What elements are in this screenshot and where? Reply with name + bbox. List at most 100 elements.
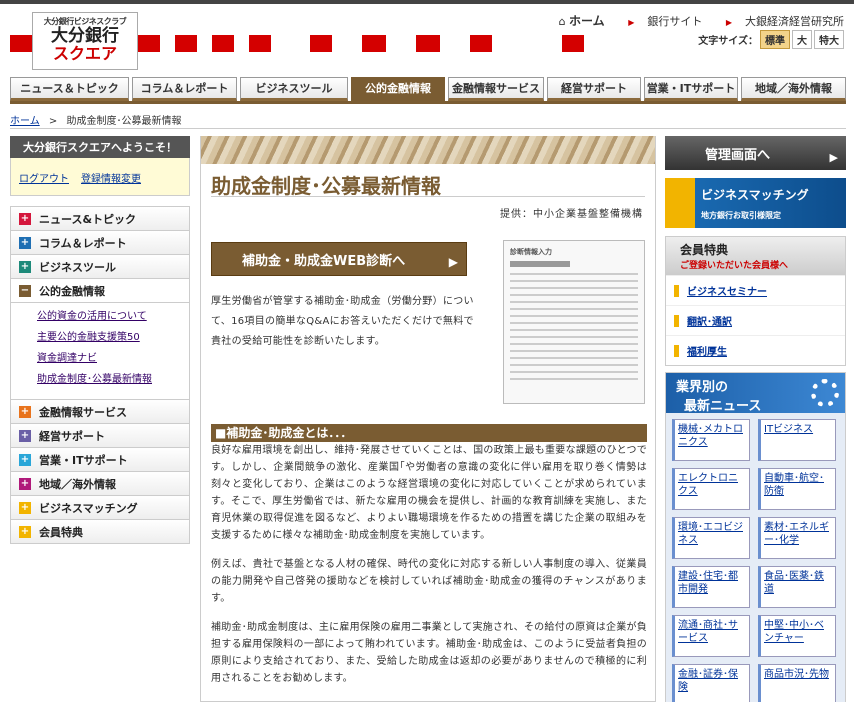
side-menu-column[interactable]: + コラム＆レポート (11, 231, 189, 255)
industry-electronics[interactable]: エレクトロニクス (672, 468, 750, 510)
thumbnail-header-bar (510, 261, 570, 267)
gnav-news[interactable]: ニュース＆トピック (10, 77, 129, 101)
side-submenu: 公的資金の活用について 主要公的金融支援策50 資金調達ナビ 助成金制度･公募最… (11, 303, 189, 400)
breadcrumb-divider (10, 128, 846, 129)
industry-food[interactable]: 食品･医薬･鉄道 (758, 566, 836, 608)
arrow-icon: ▶ (829, 151, 838, 164)
breadcrumb: ホーム > 助成金制度･公募最新情報 (10, 112, 181, 127)
industry-news-header: 業界別の 最新ニュース (666, 373, 845, 414)
admin-button[interactable]: 管理画面へ ▶ (665, 136, 846, 170)
triangle-icon: ▶ (725, 18, 732, 27)
article-paragraph: 例えば、貴社で基盤となる人材の確保、時代の変化に対応する新しい人事制度の導入、従… (211, 559, 647, 604)
handshake-icon (665, 178, 695, 228)
font-size-large-button[interactable]: 大 (792, 30, 812, 49)
bullet-icon (674, 344, 679, 357)
gnav-tools[interactable]: ビジネスツール (240, 77, 348, 101)
industry-it[interactable]: ITビジネス (758, 419, 836, 461)
industry-machinery[interactable]: 機械･メカトロニクス (672, 419, 750, 461)
font-size-normal-button[interactable]: 標準 (760, 30, 790, 49)
bank-site-link[interactable]: ▶ 銀行サイト (618, 15, 702, 28)
gnav-public-finance[interactable]: 公的金融情報 (351, 77, 445, 101)
minus-icon: − (19, 284, 31, 297)
home-link[interactable]: ⌂ ホーム (549, 14, 605, 28)
web-diagnosis-label: 補助金・助成金WEB診断へ (242, 253, 406, 269)
gnav-region[interactable]: 地域／海外情報 (741, 77, 846, 101)
logo-square: スクエア (52, 44, 117, 63)
plus-icon: + (19, 236, 31, 249)
side-menu-news[interactable]: + ニュース&トピック (11, 207, 189, 231)
business-matching-title: ビジネスマッチング (701, 188, 809, 202)
diagnosis-screenshot-thumbnail[interactable]: 診断情報入力 (503, 240, 645, 404)
industry-materials[interactable]: 素材･エネルギー･化学 (758, 517, 836, 559)
member-item-seminar[interactable]: ビジネスセミナー (666, 275, 845, 305)
gnav-management[interactable]: 経営サポート (547, 77, 641, 101)
submenu-support-50[interactable]: 主要公的金融支援策50 (37, 332, 189, 344)
member-item-welfare[interactable]: 福利厚生 (666, 335, 845, 365)
web-diagnosis-button[interactable]: 補助金・助成金WEB診断へ ▶ (211, 242, 467, 276)
industry-commodities[interactable]: 商品市況･先物 (758, 664, 836, 702)
site-header: 大分銀行ビジネスクラブ 大分銀行 スクエア ⌂ ホーム ▶ 銀行サイト ▶ 大銀経済… (0, 4, 854, 72)
bullet-icon (674, 284, 679, 297)
home-icon: ⌂ (558, 15, 566, 28)
font-size-label: 文字サイズ： (698, 36, 758, 47)
side-menu-finance-service[interactable]: + 金融情報サービス (11, 400, 189, 424)
main-content: 助成金制度･公募最新情報 提供：中小企業基盤整備機構 補助金・助成金WEB診断へ… (200, 136, 656, 702)
global-nav: ニュース＆トピック コラム＆レポート ビジネスツール 公的金融情報 金融情報サー… (10, 77, 846, 101)
thumbnail-row (510, 308, 638, 310)
thumbnail-row (510, 329, 638, 331)
font-size-xlarge-button[interactable]: 特大 (814, 30, 844, 49)
thumbnail-row (510, 364, 638, 366)
breadcrumb-separator: > (48, 116, 58, 127)
industry-sme[interactable]: 中堅･中小･ベンチャー (758, 615, 836, 657)
side-menu-sales-it[interactable]: + 営業・ITサポート (11, 448, 189, 472)
member-item-translation[interactable]: 翻訳･通訳 (666, 305, 845, 335)
title-banner-image (201, 136, 655, 164)
diagnosis-description: 厚生労働省が管掌する補助金･助成金（労働分野）について、16項目の簡単なQ&Aに… (211, 296, 474, 347)
side-menu-matching[interactable]: + ビジネスマッチング (11, 496, 189, 520)
breadcrumb-home[interactable]: ホーム (10, 116, 40, 127)
admin-label: 管理画面へ (705, 147, 771, 163)
plus-icon: + (19, 429, 31, 442)
gnav-finance-service[interactable]: 金融情報サービス (448, 77, 544, 101)
thumbnail-row (510, 280, 638, 282)
header-stripe (362, 35, 386, 52)
submenu-public-funds[interactable]: 公的資金の活用について (37, 311, 189, 323)
industry-environment[interactable]: 環境･エコビジネス (672, 517, 750, 559)
plus-icon: + (19, 453, 31, 466)
institute-link[interactable]: ▶ 大銀経済経営研究所 (716, 15, 844, 28)
industry-finance[interactable]: 金融･証券･保険 (672, 664, 750, 702)
member-benefits-title: 会員特典 (680, 243, 729, 257)
side-menu-public-finance[interactable]: − 公的金融情報 (11, 279, 189, 303)
industry-construction[interactable]: 建設･住宅･都市開発 (672, 566, 750, 608)
business-matching-banner[interactable]: ビジネスマッチング 地方銀行お取引様限定 (665, 178, 846, 228)
triangle-icon: ▶ (628, 18, 635, 27)
article-paragraph: 良好な雇用環境を創出し、維持･発展させていくことは、国の政策上最も重要な課題のひ… (211, 445, 647, 541)
thumbnail-row (510, 357, 638, 359)
industry-distribution[interactable]: 流通･商社･サービス (672, 615, 750, 657)
right-sidebar: 管理画面へ ▶ ビジネスマッチング 地方銀行お取引様限定 会員特典 ご登録いただ… (665, 136, 846, 702)
industry-news: 業界別の 最新ニュース 機械･メカトロニクス ITビジネス エレクトロニクス 自… (665, 372, 846, 702)
side-menu-region[interactable]: + 地域／海外情報 (11, 472, 189, 496)
bullet-icon (674, 314, 679, 327)
side-menu-management[interactable]: + 経営サポート (11, 424, 189, 448)
thumbnail-row (510, 336, 638, 338)
plus-icon: + (19, 477, 31, 490)
account-change-link[interactable]: 登録情報変更 (81, 170, 141, 185)
logout-link[interactable]: ログアウト (19, 170, 69, 185)
submenu-subsidy-info[interactable]: 助成金制度･公募最新情報 (37, 374, 157, 386)
thumbnail-row (510, 322, 638, 324)
submenu-funding-navi[interactable]: 資金調達ナビ (37, 353, 189, 365)
gnav-sales-it[interactable]: 営業・ITサポート (644, 77, 738, 101)
industry-automotive[interactable]: 自動車･航空･防衛 (758, 468, 836, 510)
side-menu-tools[interactable]: + ビジネスツール (11, 255, 189, 279)
side-menu: + ニュース&トピック + コラム＆レポート + ビジネスツール − 公的金融情報 公的… (10, 206, 190, 544)
side-menu-member[interactable]: + 会員特典 (11, 520, 189, 544)
thumbnail-row (510, 350, 638, 352)
provider-text: 提供：中小企業基盤整備機構 (500, 209, 643, 220)
header-stripe (10, 35, 32, 52)
gnav-column[interactable]: コラム＆レポート (132, 77, 237, 101)
site-logo[interactable]: 大分銀行ビジネスクラブ 大分銀行 スクエア (32, 12, 138, 70)
plus-icon: + (19, 501, 31, 514)
plus-icon: + (19, 212, 31, 225)
header-stripe (416, 35, 440, 52)
